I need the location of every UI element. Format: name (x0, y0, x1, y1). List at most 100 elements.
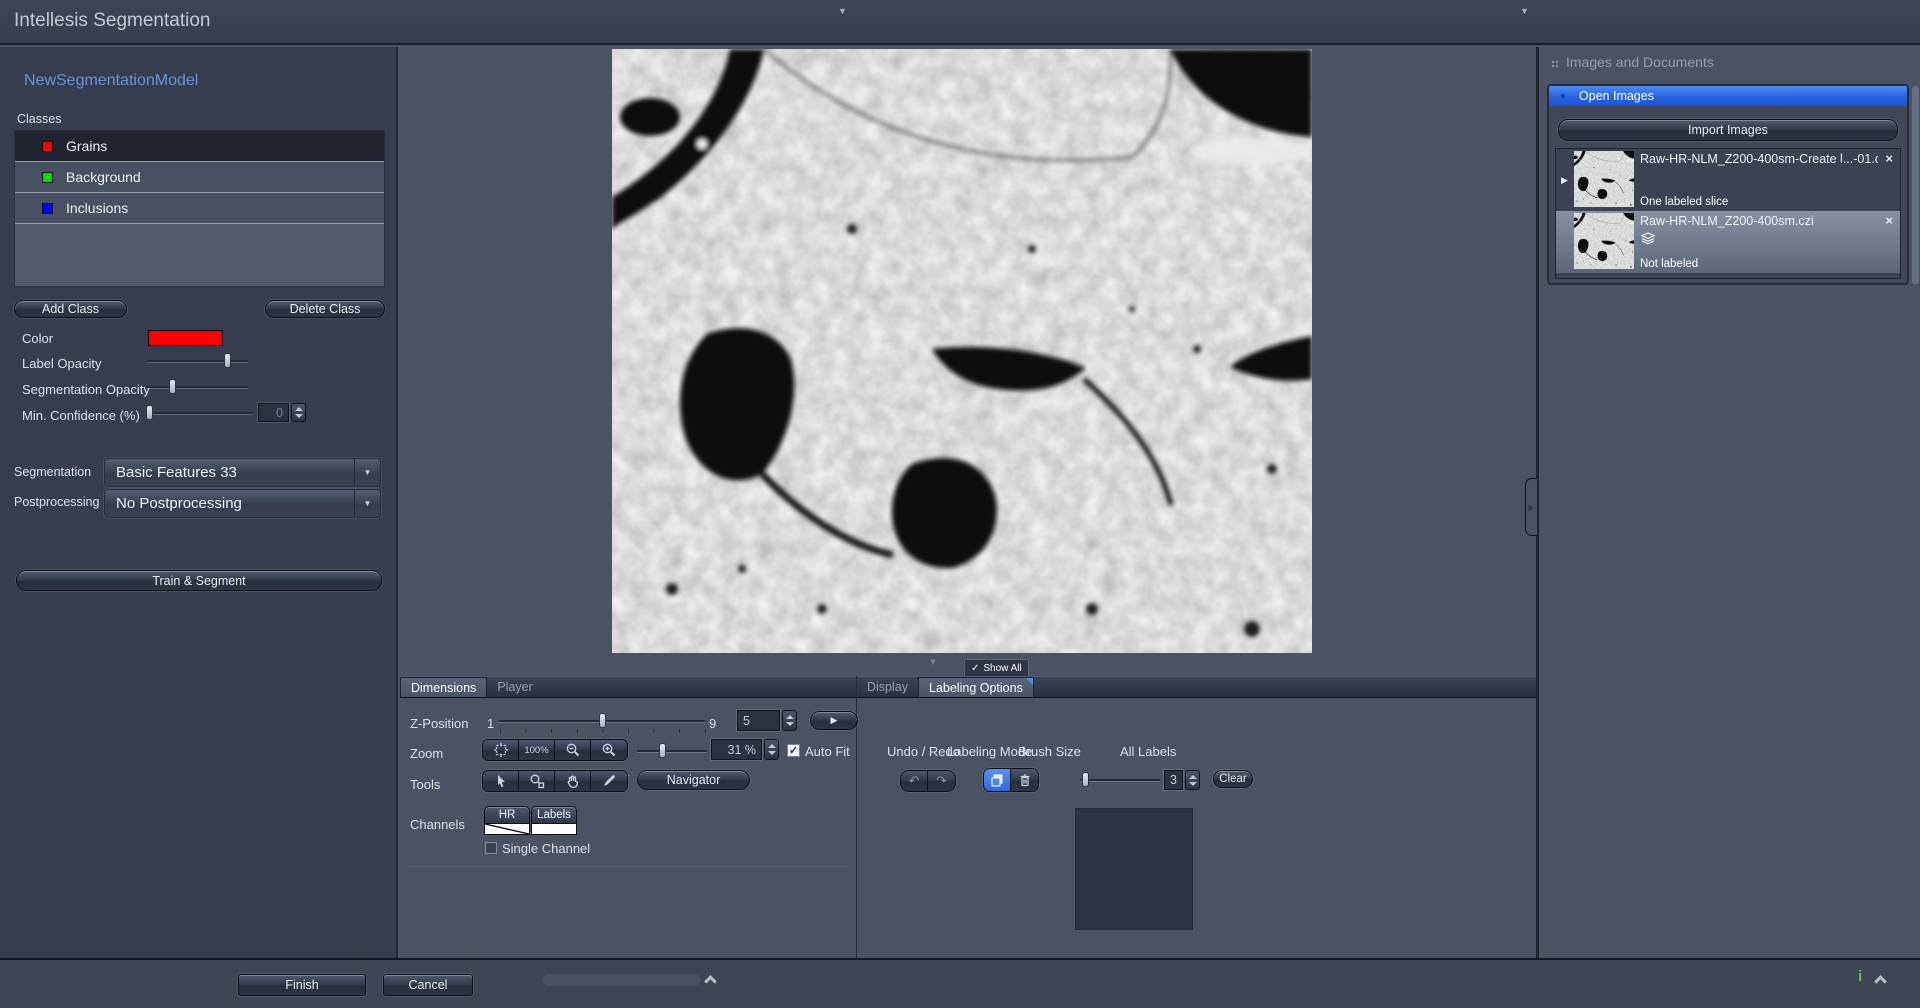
spin-up-icon[interactable] (768, 744, 776, 748)
z-position-value: 5 (737, 710, 780, 731)
tabstrip-dropdown-icon[interactable]: ▼ (1520, 6, 1529, 16)
channel-labels-button[interactable]: Labels (531, 806, 577, 835)
image-list-item[interactable]: ▶ Raw-HR-NLM_Z200-400sm-Create l...-01.c… (1556, 149, 1900, 211)
import-images-button[interactable]: Import Images (1558, 119, 1898, 141)
cancel-button[interactable]: Cancel (383, 974, 473, 996)
status-pill (543, 974, 700, 986)
class-name: Background (66, 169, 141, 185)
zoom-spinner[interactable]: 31 % (711, 739, 779, 760)
undo-button[interactable]: ↶ (901, 771, 928, 791)
tab-player[interactable]: Player (487, 677, 542, 697)
play-button[interactable]: ▶ (810, 711, 858, 730)
draw-label-mode-button[interactable] (984, 769, 1011, 791)
channels-label: Channels (410, 817, 465, 832)
zoom-region-tool-button[interactable] (519, 771, 555, 791)
navigator-button[interactable]: Navigator (637, 770, 750, 790)
add-class-button[interactable]: Add Class (14, 300, 127, 318)
single-channel-checkbox[interactable] (485, 842, 497, 854)
spin-down-icon[interactable] (295, 414, 303, 418)
brush-size-slider[interactable] (1080, 772, 1160, 788)
spin-down-icon[interactable] (1189, 782, 1197, 786)
info-icon[interactable]: i (1858, 968, 1862, 985)
pencil-tool-button[interactable] (591, 771, 627, 791)
image-status: One labeled slice (1640, 196, 1728, 208)
segmentation-opacity-slider[interactable] (147, 379, 248, 395)
close-icon[interactable]: × (1885, 151, 1893, 166)
spin-up-icon[interactable] (1189, 775, 1197, 779)
z-position-spinner[interactable]: 5 (737, 710, 797, 731)
z-min: 1 (487, 716, 494, 731)
image-thumbnail[interactable] (1574, 213, 1634, 269)
tools-button-group (482, 770, 628, 792)
tab-dimensions[interactable]: Dimensions (400, 677, 487, 697)
modified-notch (1026, 678, 1033, 685)
redo-button[interactable]: ↷ (928, 771, 955, 791)
segmentation-dropdown[interactable]: Basic Features 33 ▼ (104, 458, 381, 487)
tab-labeling-options[interactable]: Labeling Options (918, 677, 1034, 697)
zoom-out-button[interactable] (555, 740, 591, 760)
class-color-picker[interactable] (148, 330, 223, 346)
zoom-fit-button[interactable] (483, 740, 519, 760)
all-labels-label: All Labels (1120, 744, 1176, 759)
chevron-down-icon[interactable]: ▼ (354, 490, 380, 517)
show-all-toggle[interactable]: ✓ Show All (964, 659, 1029, 676)
segmentation-label: Segmentation (14, 465, 91, 479)
tabstrip-dropdown-icon[interactable]: ▼ (838, 6, 847, 16)
erase-label-mode-button[interactable] (1011, 769, 1038, 791)
postprocessing-value: No Postprocessing (105, 495, 354, 512)
delete-class-button[interactable]: Delete Class (265, 300, 385, 318)
train-segment-button[interactable]: Train & Segment (16, 570, 382, 591)
class-row-inclusions[interactable]: Inclusions (15, 193, 384, 224)
zoom-100-button[interactable]: 100% (519, 740, 555, 760)
tab-display[interactable]: Display (857, 677, 918, 697)
zoom-value: 31 % (711, 739, 762, 760)
brush-size-value: 3 (1164, 770, 1183, 790)
min-confidence-spinner[interactable]: 0 (258, 403, 306, 422)
label-opacity-slider[interactable] (147, 353, 248, 369)
panel-grip-icon[interactable] (1551, 60, 1559, 68)
model-name[interactable]: NewSegmentationModel (24, 72, 198, 90)
finish-button[interactable]: Finish (238, 974, 366, 996)
min-confidence-slider[interactable] (147, 405, 253, 421)
zoom-in-button[interactable] (591, 740, 627, 760)
image-thumbnail[interactable] (1574, 151, 1634, 207)
pointer-tool-button[interactable] (483, 771, 519, 791)
spin-up-icon[interactable] (786, 715, 794, 719)
classes-list: Grains Background Inclusions (14, 130, 385, 287)
spin-up-icon[interactable] (295, 407, 303, 411)
zoom-slider[interactable] (637, 743, 707, 759)
clear-labels-button[interactable]: Clear (1213, 770, 1253, 788)
panel-collapse-handle[interactable]: ▶ (1525, 478, 1537, 536)
microscopy-image[interactable] (612, 49, 1312, 653)
channel-labels-lut-swatch[interactable] (531, 823, 577, 835)
hand-tool-button[interactable] (555, 771, 591, 791)
expand-right-icon[interactable]: ▶ (1561, 175, 1568, 186)
check-icon: ✓ (971, 663, 979, 674)
class-row-grains[interactable]: Grains (15, 131, 384, 162)
title-bar: Intellesis Segmentation (0, 0, 1920, 45)
class-color-swatch (42, 172, 53, 183)
viewer-collapse-icon[interactable]: ▼ (928, 657, 938, 668)
z-position-slider[interactable] (499, 713, 705, 729)
brush-size-spinner[interactable]: 3 (1164, 770, 1200, 790)
class-color-swatch (42, 141, 53, 152)
close-icon[interactable]: × (1885, 213, 1893, 228)
postprocessing-dropdown[interactable]: No Postprocessing ▼ (104, 489, 381, 518)
image-status: Not labeled (1640, 258, 1698, 270)
spin-down-icon[interactable] (786, 722, 794, 726)
layers-icon (1640, 232, 1656, 245)
open-images-list: ▶ Raw-HR-NLM_Z200-400sm-Create l...-01.c… (1555, 148, 1901, 279)
channel-hr-lut-swatch[interactable] (484, 823, 530, 835)
channel-hr-button[interactable]: HR (484, 806, 530, 835)
class-name: Inclusions (66, 200, 128, 216)
chevron-down-icon[interactable]: ▼ (354, 459, 380, 486)
open-images-header[interactable]: ▼ Open Images (1549, 86, 1907, 106)
class-row-background[interactable]: Background (15, 162, 384, 193)
image-list-item-selected[interactable]: Raw-HR-NLM_Z200-400sm.czi × Not labeled (1556, 211, 1900, 273)
collapse-icon: ▼ (1559, 92, 1567, 101)
auto-fit-checkbox[interactable]: ✓ (787, 744, 800, 757)
spin-down-icon[interactable] (768, 751, 776, 755)
right-panel-scrollbar[interactable] (1912, 86, 1919, 284)
class-name: Grains (66, 138, 107, 154)
show-all-label: Show All (983, 663, 1021, 674)
